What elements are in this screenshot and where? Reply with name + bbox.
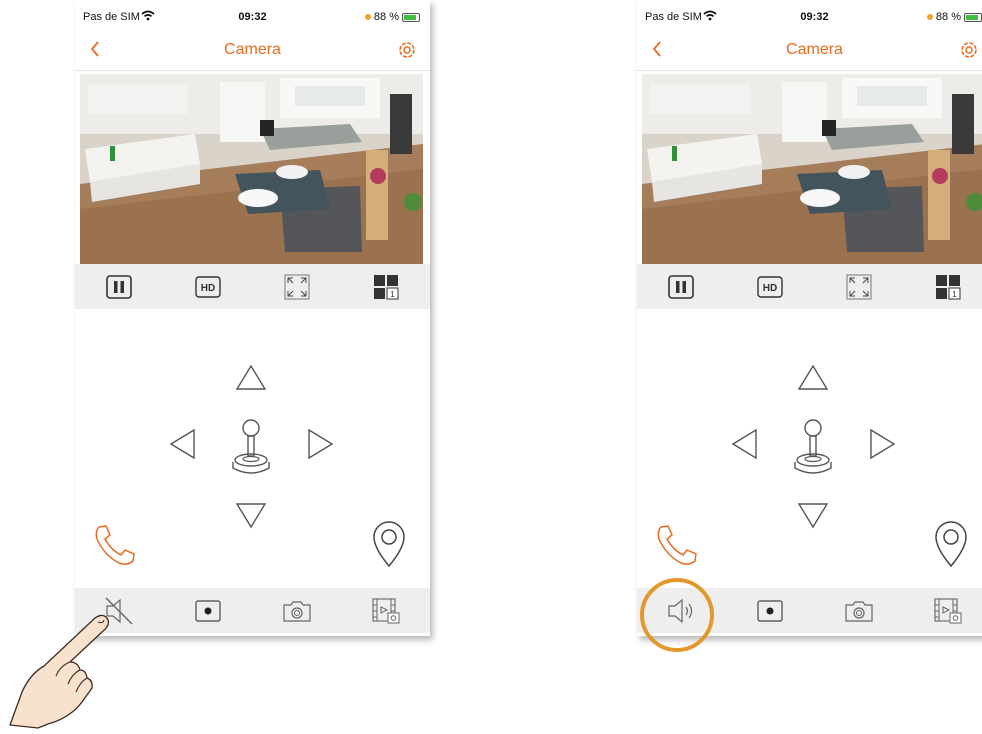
record-icon — [195, 599, 221, 622]
settings-gear-icon[interactable] — [958, 39, 980, 66]
nav-bar: Camera — [75, 34, 430, 71]
pause-icon — [106, 274, 133, 299]
snapshot-button[interactable] — [281, 595, 313, 627]
hd-icon: HD — [757, 275, 783, 298]
joystick-icon[interactable] — [227, 418, 275, 481]
settings-gear-icon[interactable] — [396, 39, 418, 66]
status-bar: Pas de SIM 09:32 88 % — [637, 0, 982, 34]
record-icon — [757, 599, 783, 622]
fullscreen-button[interactable] — [281, 271, 313, 303]
pause-icon — [668, 274, 695, 299]
phone-icon[interactable] — [93, 522, 139, 573]
split-view-icon: 1 — [935, 274, 961, 299]
arrow-down-icon[interactable] — [797, 502, 829, 535]
record-button[interactable] — [192, 595, 224, 627]
hd-label: HD — [763, 283, 777, 294]
hd-label: HD — [201, 283, 215, 294]
arrow-left-icon[interactable] — [168, 428, 196, 465]
location-pin-icon[interactable] — [934, 520, 968, 573]
hd-button[interactable]: HD — [754, 271, 786, 303]
split-view-icon: 1 — [373, 274, 399, 299]
gallery-button[interactable] — [370, 595, 402, 627]
battery-percent: 88 % — [935, 11, 961, 23]
arrow-right-icon[interactable] — [307, 428, 335, 465]
page-title: Camera — [224, 41, 281, 58]
battery-dot-icon — [364, 14, 371, 20]
gallery-icon — [372, 597, 400, 623]
bottom-action-bar — [75, 588, 430, 633]
arrow-right-icon[interactable] — [869, 428, 897, 465]
snapshot-button[interactable] — [843, 595, 875, 627]
pause-button[interactable] — [103, 271, 135, 303]
room-image — [642, 74, 982, 264]
status-bar: Pas de SIM 09:32 88 % — [75, 0, 430, 34]
joystick-icon[interactable] — [789, 418, 837, 481]
video-controls-bar: HD 1 — [637, 264, 982, 309]
phone-screen-right: Pas de SIM 09:32 88 % Camera HD 1 — [637, 0, 982, 636]
arrow-down-icon[interactable] — [235, 502, 267, 535]
fullscreen-icon — [284, 274, 310, 299]
room-image — [80, 74, 423, 264]
battery-indicator: 88 % — [364, 11, 420, 23]
battery-dot-icon — [926, 14, 933, 20]
fullscreen-button[interactable] — [843, 271, 875, 303]
location-pin-icon[interactable] — [372, 520, 406, 573]
bottom-action-bar — [637, 588, 982, 633]
split-view-label: 1 — [952, 290, 957, 299]
record-button[interactable] — [754, 595, 786, 627]
battery-icon — [402, 12, 420, 22]
speaker-icon — [668, 598, 693, 623]
arrow-up-icon[interactable] — [797, 363, 829, 396]
pointing-hand-icon — [0, 600, 110, 734]
camera-icon — [283, 600, 311, 622]
split-view-button[interactable]: 1 — [370, 271, 402, 303]
hd-icon: HD — [195, 275, 221, 298]
arrow-left-icon[interactable] — [730, 428, 758, 465]
gallery-button[interactable] — [932, 595, 964, 627]
phone-icon[interactable] — [655, 522, 701, 573]
sound-button[interactable] — [665, 595, 697, 627]
phone-screen-left: Pas de SIM 09:32 88 % Camera HD 1 — [75, 0, 430, 636]
battery-icon — [964, 12, 982, 22]
page-title: Camera — [786, 41, 843, 58]
gallery-icon — [934, 597, 962, 623]
camera-live-view[interactable] — [642, 74, 982, 264]
nav-bar: Camera — [637, 34, 982, 71]
camera-live-view[interactable] — [80, 74, 423, 264]
battery-percent: 88 % — [373, 11, 399, 23]
arrow-up-icon[interactable] — [235, 363, 267, 396]
split-view-label: 1 — [390, 290, 395, 299]
camera-icon — [845, 600, 873, 622]
split-view-button[interactable]: 1 — [932, 271, 964, 303]
hd-button[interactable]: HD — [192, 271, 224, 303]
video-controls-bar: HD 1 — [75, 264, 430, 309]
pause-button[interactable] — [665, 271, 697, 303]
fullscreen-icon — [846, 274, 872, 299]
battery-indicator: 88 % — [926, 11, 982, 23]
